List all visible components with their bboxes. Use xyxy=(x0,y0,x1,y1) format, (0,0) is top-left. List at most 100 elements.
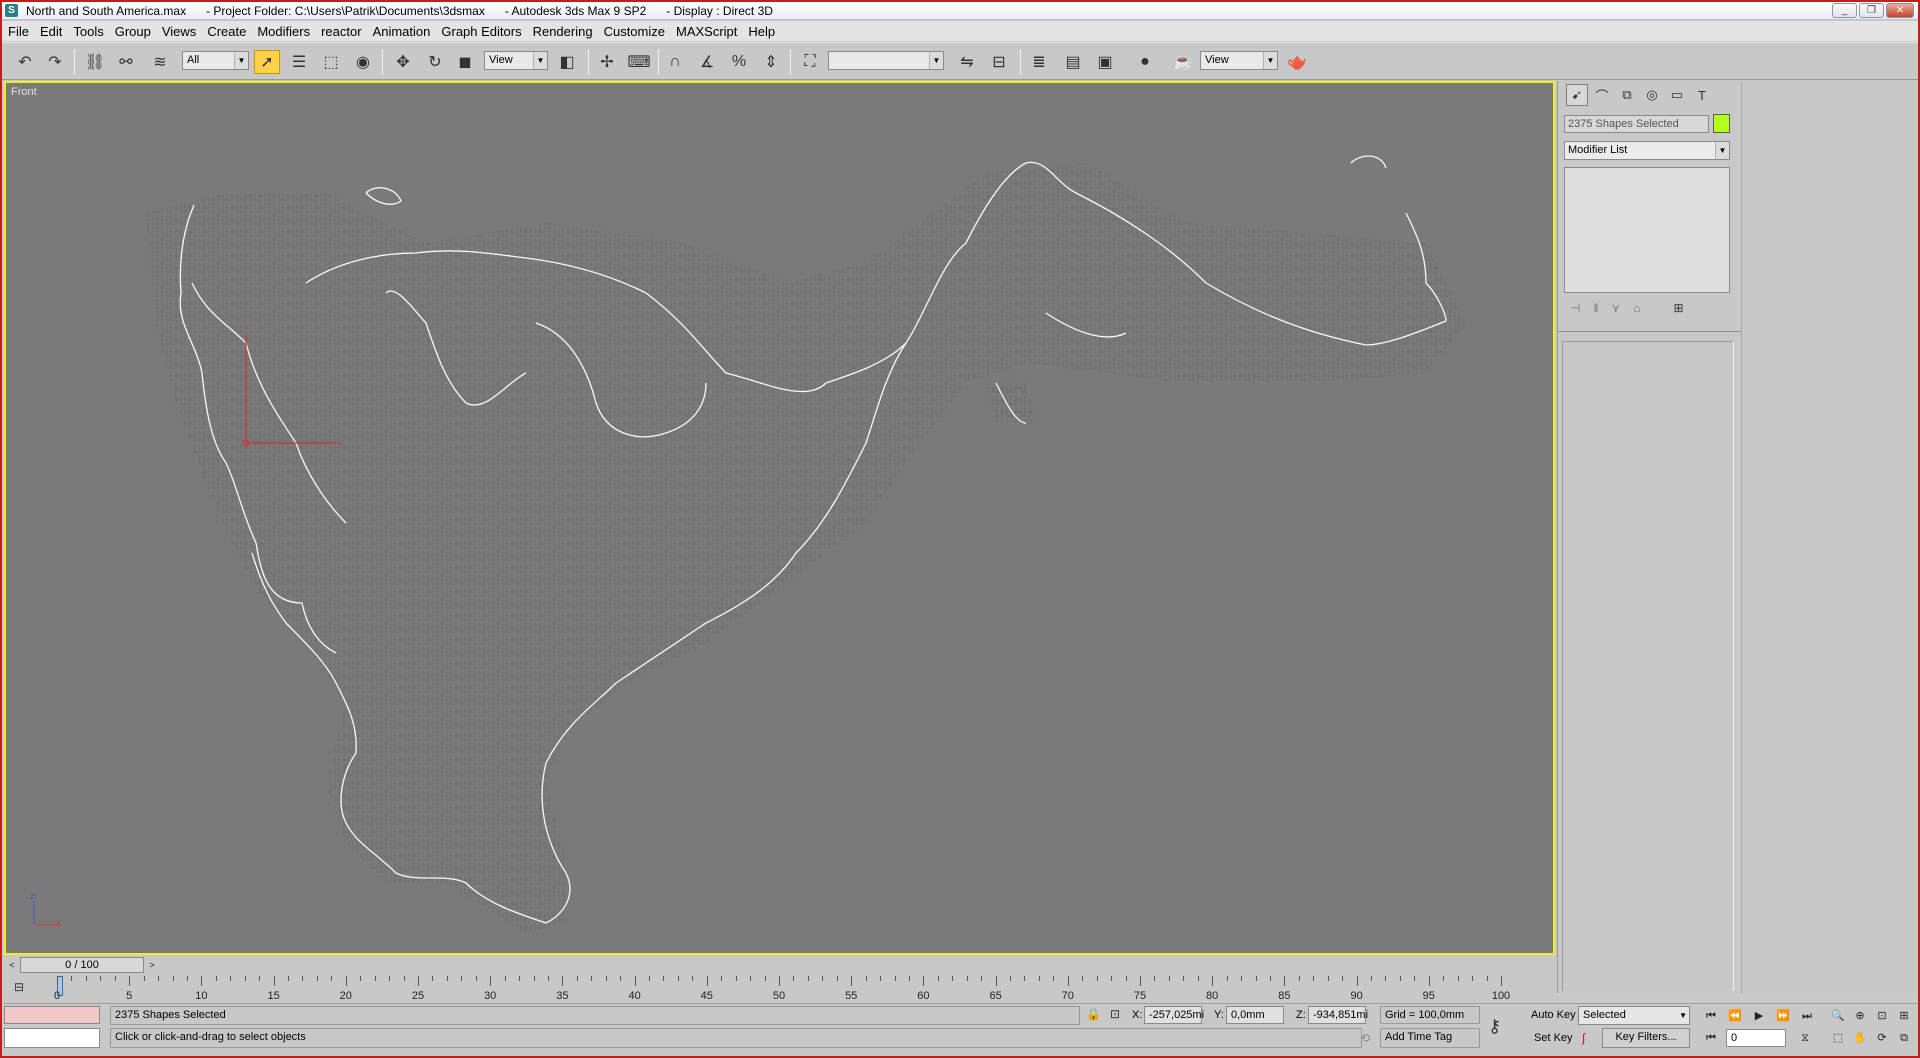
unlink-selection-icon[interactable]: ⚯ xyxy=(113,50,139,74)
viewport-label[interactable]: Front xyxy=(11,86,37,98)
time-slider-thumb[interactable]: 0 / 100 xyxy=(20,957,144,973)
go-to-end-icon[interactable]: ⏭ xyxy=(1798,1007,1816,1025)
menu-graph-editors[interactable]: Graph Editors xyxy=(441,24,521,39)
front-viewport[interactable]: Front z x xyxy=(4,81,1555,955)
modifier-list-dropdown[interactable]: Modifier List ▼ xyxy=(1564,141,1730,160)
menu-group[interactable]: Group xyxy=(115,24,151,39)
z-coordinate-field[interactable]: -934,851mi xyxy=(1308,1006,1368,1024)
selection-filter-dropdown[interactable]: All ▼ xyxy=(182,51,249,70)
restore-button[interactable]: ❐ xyxy=(1859,3,1884,18)
pan-view-icon[interactable]: ✋ xyxy=(1851,1029,1869,1047)
configure-modifier-sets-icon[interactable]: ⊞ xyxy=(1673,301,1683,315)
menu-tools[interactable]: Tools xyxy=(73,24,103,39)
named-selection-set-dropdown[interactable]: ▼ xyxy=(828,51,944,70)
menu-file[interactable]: File xyxy=(8,24,29,39)
time-tag-icon[interactable]: ⟲ xyxy=(1360,1031,1370,1045)
frame-ruler[interactable]: 0 5 10 15 20 25 30 35 40 45 50 55 60 65 70 75 80 85 90 95 10… xyxy=(54,976,1510,1002)
key-mode-toggle-icon[interactable]: ⏮ xyxy=(1702,1029,1720,1047)
set-key-icon[interactable]: ⚷ xyxy=(1488,1016,1501,1037)
current-frame-field[interactable]: 0 xyxy=(1726,1029,1786,1047)
open-mini-curve-editor-icon[interactable]: ⊟ xyxy=(14,980,36,996)
default-tangent-icon[interactable]: ∫ xyxy=(1582,1031,1585,1045)
select-and-manipulate-icon[interactable]: ✢ xyxy=(594,50,620,74)
close-button[interactable]: ✕ xyxy=(1886,3,1914,18)
time-slider-previous[interactable]: < xyxy=(6,957,18,973)
time-configuration-icon[interactable]: ⧖ xyxy=(1796,1029,1814,1047)
previous-frame-icon[interactable]: ⏪ xyxy=(1726,1007,1744,1025)
layer-manager-icon[interactable]: ≣ xyxy=(1026,50,1052,74)
menu-modifiers[interactable]: Modifiers xyxy=(257,24,310,39)
select-and-rotate-icon[interactable]: ↻ xyxy=(422,50,448,74)
menu-create[interactable]: Create xyxy=(207,24,246,39)
hierarchy-tab-icon[interactable]: ⧉ xyxy=(1616,84,1638,106)
align-icon[interactable]: ⊟ xyxy=(986,50,1012,74)
spinner-snap-icon[interactable]: ⇕ xyxy=(758,50,784,74)
selection-lock-icon[interactable]: 🔒 xyxy=(1086,1007,1101,1021)
redo-icon[interactable]: ↷ xyxy=(42,50,68,74)
undo-icon[interactable]: ↶ xyxy=(12,50,38,74)
modify-tab-icon[interactable]: ⌒ xyxy=(1591,84,1613,106)
show-end-result-icon[interactable]: ‖ xyxy=(1593,301,1598,315)
time-slider-next[interactable]: > xyxy=(146,957,158,973)
set-key-button[interactable]: Set Key xyxy=(1534,1032,1573,1044)
select-and-move-icon[interactable]: ✥ xyxy=(390,50,416,74)
make-unique-icon[interactable]: ⋎ xyxy=(1611,301,1620,315)
menu-customize[interactable]: Customize xyxy=(604,24,665,39)
america-map-shapes[interactable] xyxy=(6,83,1555,955)
menu-animation[interactable]: Animation xyxy=(373,24,431,39)
display-tab-icon[interactable]: ▭ xyxy=(1666,84,1688,106)
window-crossing-icon[interactable]: ◉ xyxy=(350,50,376,74)
select-by-name-icon[interactable]: ☰ xyxy=(286,50,312,74)
pin-stack-icon[interactable]: ⊣ xyxy=(1570,301,1580,315)
go-to-start-icon[interactable]: ⏮ xyxy=(1702,1007,1720,1025)
menu-views[interactable]: Views xyxy=(162,24,196,39)
track-bar[interactable]: ⊟ 0 5 10 15 20 25 30 35 40 45 50 55 60 65 70 75 80 85 90 95… xyxy=(4,974,1555,1002)
zoom-all-icon[interactable]: ⊕ xyxy=(1851,1007,1869,1025)
menu-help[interactable]: Help xyxy=(748,24,775,39)
region-zoom-icon[interactable]: ⬚ xyxy=(1829,1029,1847,1047)
zoom-icon[interactable]: 🔍 xyxy=(1829,1007,1847,1025)
zoom-extents-icon[interactable]: ⊡ xyxy=(1873,1007,1891,1025)
quick-render-icon[interactable]: 🫖 xyxy=(1284,50,1310,74)
edit-named-selection-icon[interactable]: ⛶ xyxy=(797,50,823,74)
menu-maxscript[interactable]: MAXScript xyxy=(676,24,737,39)
add-time-tag-button[interactable]: Add Time Tag xyxy=(1380,1028,1480,1048)
bind-to-space-warp-icon[interactable]: ≋ xyxy=(147,50,173,74)
keyboard-shortcut-override-icon[interactable]: ⌨ xyxy=(626,50,652,74)
menu-reactor[interactable]: reactor xyxy=(321,24,361,39)
render-view-dropdown[interactable]: View ▼ xyxy=(1200,51,1278,70)
snaps-toggle-icon[interactable]: ∩ xyxy=(662,50,688,74)
curve-editor-icon[interactable]: ▤ xyxy=(1060,50,1086,74)
object-color-swatch[interactable] xyxy=(1713,114,1730,133)
y-coordinate-field[interactable]: 0,0mm xyxy=(1226,1006,1284,1024)
key-filters-button[interactable]: Key Filters... xyxy=(1602,1028,1690,1048)
material-editor-icon[interactable]: ● xyxy=(1132,50,1158,74)
percent-snap-icon[interactable]: % xyxy=(726,50,752,74)
create-tab-icon[interactable]: ➹ xyxy=(1566,84,1588,106)
reference-coordinate-dropdown[interactable]: View ▼ xyxy=(484,51,548,70)
maximize-viewport-icon[interactable]: ⧉ xyxy=(1895,1029,1913,1047)
remove-modifier-icon[interactable]: ⌂ xyxy=(1633,301,1640,315)
arc-rotate-icon[interactable]: ⟳ xyxy=(1873,1029,1891,1047)
pivot-center-icon[interactable]: ◧ xyxy=(554,50,580,74)
schematic-view-icon[interactable]: ▣ xyxy=(1092,50,1118,74)
utilities-tab-icon[interactable]: T xyxy=(1691,84,1713,106)
zoom-extents-all-icon[interactable]: ⊞ xyxy=(1895,1007,1913,1025)
key-mode-dropdown[interactable]: Selected ▼ xyxy=(1578,1006,1690,1025)
menu-edit[interactable]: Edit xyxy=(40,24,62,39)
play-icon[interactable]: ▶ xyxy=(1750,1007,1768,1025)
time-slider[interactable]: < 0 / 100 > xyxy=(4,957,1555,973)
maxscript-input-mini[interactable] xyxy=(4,1028,100,1048)
motion-tab-icon[interactable]: ◎ xyxy=(1641,84,1663,106)
absolute-mode-icon[interactable]: ⊡ xyxy=(1110,1007,1120,1021)
selection-name-field[interactable]: 2375 Shapes Selected xyxy=(1564,115,1709,133)
angle-snap-icon[interactable]: ∡ xyxy=(694,50,720,74)
app-logo-icon[interactable]: S xyxy=(5,4,18,17)
auto-key-button[interactable]: Auto Key xyxy=(1531,1009,1576,1021)
select-and-scale-icon[interactable]: ◼ xyxy=(452,50,478,74)
select-and-link-icon[interactable]: ⛓ xyxy=(82,50,108,74)
rectangular-selection-icon[interactable]: ⬚ xyxy=(318,50,344,74)
mirror-icon[interactable]: ⇋ xyxy=(954,50,980,74)
modifier-stack[interactable] xyxy=(1564,167,1730,293)
maxscript-listener-mini[interactable] xyxy=(4,1006,100,1024)
